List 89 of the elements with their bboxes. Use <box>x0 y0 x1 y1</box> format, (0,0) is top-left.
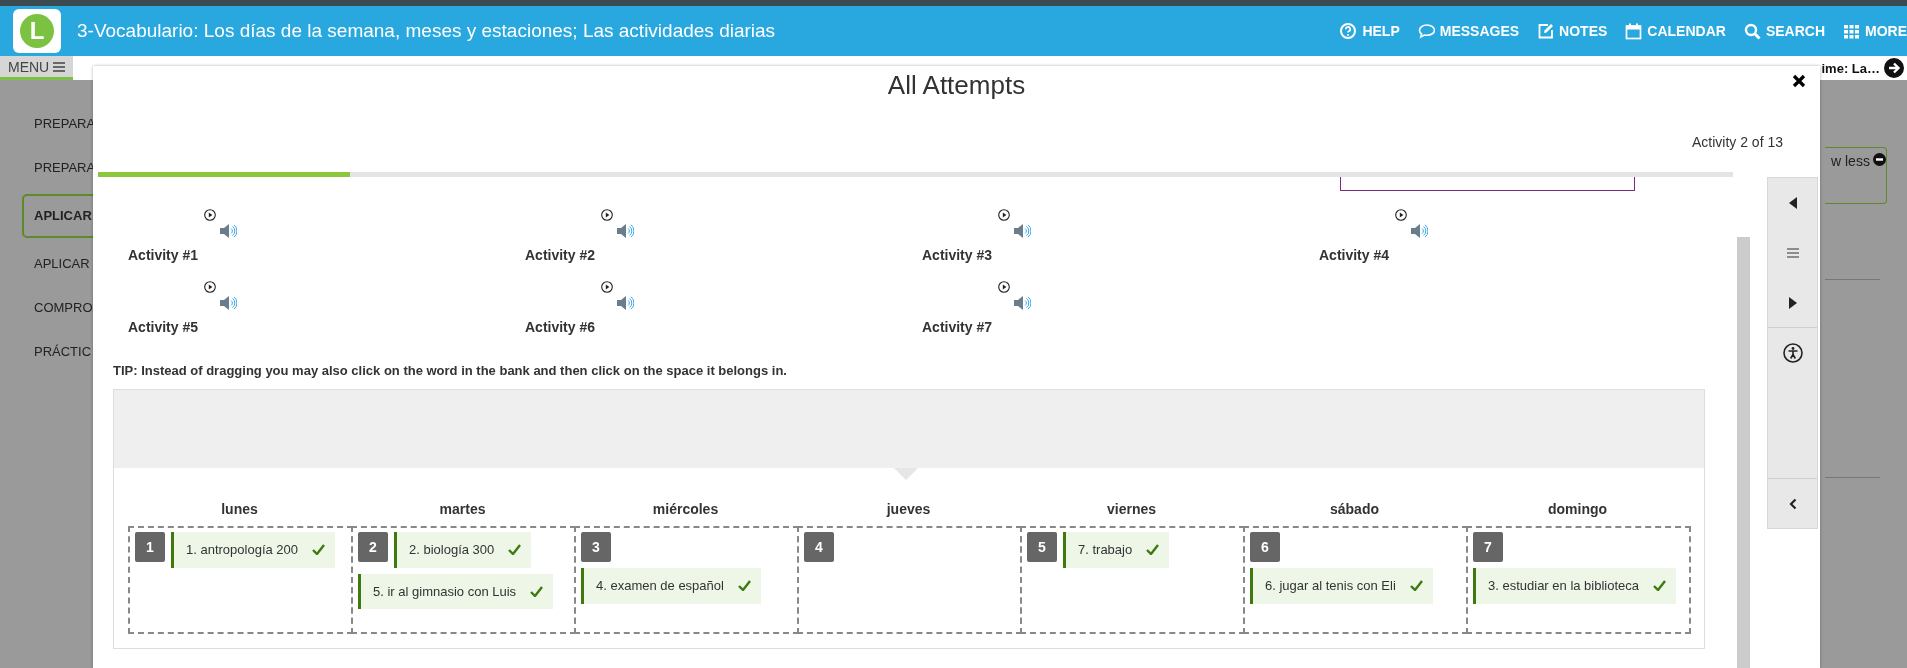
answer-text: 3. estudiar en la biblioteca <box>1488 577 1640 595</box>
speaker-button[interactable] <box>1410 223 1428 239</box>
number-badge: 2 <box>358 532 388 562</box>
edit-icon <box>1537 22 1555 40</box>
accessibility-icon <box>1782 343 1803 363</box>
activity-label: Activity #5 <box>128 319 200 335</box>
number-badge: 1 <box>135 532 165 562</box>
close-button[interactable] <box>1792 74 1806 88</box>
number-badge: 4 <box>804 532 834 562</box>
play-button[interactable] <box>998 207 1010 223</box>
activity-counter: Activity 2 of 13 <box>1691 134 1783 150</box>
speaker-icon <box>1410 223 1428 239</box>
calendar-icon <box>1625 22 1643 40</box>
triangle-right-icon <box>1788 296 1797 309</box>
play-button[interactable] <box>601 279 613 295</box>
day-heading: sábado <box>1329 501 1380 519</box>
activity-label: Activity #6 <box>525 319 597 335</box>
day-heading: martes <box>438 501 487 519</box>
play-button[interactable] <box>204 207 216 223</box>
speaker-button[interactable] <box>616 295 634 311</box>
play-icon <box>1395 209 1407 221</box>
answer-chip[interactable]: 6. jugar al tenis con Eli <box>1250 568 1433 604</box>
triangle-left-icon <box>1788 197 1797 209</box>
menu-button[interactable]: MENU <box>0 56 74 80</box>
speaker-button[interactable] <box>219 223 237 239</box>
answer-text: 2. biología 300 <box>409 541 495 559</box>
number-badge: 5 <box>1027 532 1057 562</box>
sidebar-item[interactable]: APLICAR <box>22 242 96 286</box>
play-button[interactable] <box>601 207 613 223</box>
day-heading: miércoles <box>651 501 720 519</box>
day-heading: viernes <box>1105 501 1157 519</box>
answer-text: 5. ir al gimnasio con Luis <box>373 582 517 601</box>
answer-chip[interactable]: 3. estudiar en la biblioteca <box>1473 568 1677 604</box>
answer-text: 7. trabajo <box>1078 541 1133 559</box>
grid-icon <box>1843 22 1860 40</box>
speaker-button[interactable] <box>1013 295 1031 311</box>
play-button[interactable] <box>204 279 216 295</box>
answer-chip[interactable]: 7. trabajo <box>1063 532 1170 568</box>
logo-letter: L <box>29 17 45 45</box>
play-button[interactable] <box>1395 207 1407 223</box>
play-icon <box>601 209 613 221</box>
speaker-icon <box>1013 223 1031 239</box>
activity-label: Activity #2 <box>525 247 597 263</box>
activity-label: Activity #1 <box>128 247 200 263</box>
number-badge: 6 <box>1250 532 1280 562</box>
play-icon <box>998 209 1010 221</box>
speaker-icon <box>616 223 634 239</box>
play-icon <box>204 281 216 293</box>
tip-text: TIP: Instead of dragging you may also click on the word in the bank and then click on the space it belongs in. <box>113 363 788 378</box>
minus-circle-icon <box>1872 153 1886 166</box>
day-heading: lunes <box>220 501 259 519</box>
answer-text: 4. examen de español <box>596 577 724 595</box>
day-heading: domingo <box>1546 501 1609 519</box>
close-icon <box>1792 74 1806 88</box>
search-icon <box>1743 22 1761 40</box>
chevron-left-icon <box>1788 497 1797 510</box>
show-less-link[interactable]: w less <box>1831 153 1870 169</box>
speaker-button[interactable] <box>616 223 634 239</box>
number-badge: 3 <box>581 532 611 562</box>
menu-icon <box>1786 248 1799 258</box>
help-icon <box>1340 22 1358 40</box>
dialog-title: All Attempts <box>887 70 1026 101</box>
answer-chip[interactable]: 2. biología 300 <box>394 532 532 568</box>
day-heading: jueves <box>885 501 932 519</box>
sidebar-item[interactable]: PRÁCTIC <box>22 330 98 374</box>
play-icon <box>204 209 216 221</box>
play-icon <box>998 281 1010 293</box>
speaker-button[interactable] <box>219 295 237 311</box>
activity-label: Activity #4 <box>1319 247 1391 263</box>
number-badge: 7 <box>1473 532 1503 562</box>
speaker-icon <box>1013 295 1031 311</box>
speaker-button[interactable] <box>1013 223 1031 239</box>
answer-chip[interactable]: 5. ir al gimnasio con Luis <box>358 573 554 609</box>
answer-text: 6. jugar al tenis con Eli <box>1265 577 1396 595</box>
answer-text: 1. antropología 200 <box>186 541 299 559</box>
play-button[interactable] <box>998 279 1010 295</box>
activity-label: Activity #7 <box>922 319 994 335</box>
speaker-icon <box>219 223 237 239</box>
speaker-icon <box>616 295 634 311</box>
answer-chip[interactable]: 4. examen de español <box>581 568 761 604</box>
speaker-icon <box>219 295 237 311</box>
scrollbar[interactable] <box>1737 237 1750 668</box>
menu-icon <box>53 61 66 72</box>
page-title: 3-Vocabulario: Los días de la semana, meses y estaciones; Las actividades diarias <box>77 20 776 42</box>
speech-bubble-icon <box>1417 22 1435 40</box>
lesson-link[interactable]: ime: La… <box>1821 60 1880 76</box>
activity-label: Activity #3 <box>922 247 994 263</box>
play-icon <box>601 281 613 293</box>
answer-chip[interactable]: 1. antropología 200 <box>171 532 336 568</box>
